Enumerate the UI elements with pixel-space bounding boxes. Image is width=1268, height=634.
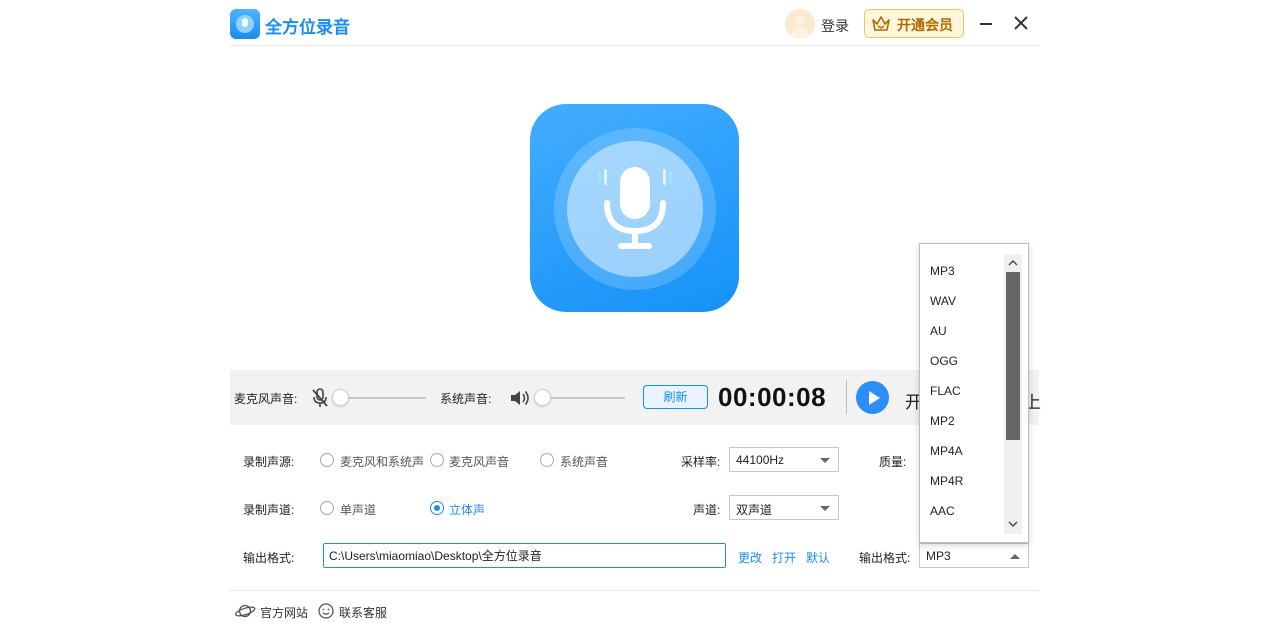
control-bar: 麦克风声音: 系统声音: 刷新 00:00:08 开 上: [230, 370, 1041, 425]
format-option[interactable]: OGG: [930, 354, 958, 368]
radio-source-mic-system[interactable]: [320, 453, 334, 467]
format-dropdown-list[interactable]: MP3 WAV AU OGG FLAC MP2 MP4A MP4R AAC: [919, 243, 1029, 543]
app-window: 全方位录音 登录 开通会员 麦克风声音: 系统声音: 刷新 00:00:08 开…: [230, 0, 1041, 634]
output-path-input[interactable]: [323, 543, 726, 568]
track-select[interactable]: 双声道: [729, 495, 839, 520]
vip-button-label: 开通会员: [897, 17, 953, 33]
source-option-mic[interactable]: 麦克风声音: [449, 453, 509, 470]
radio-source-mic[interactable]: [430, 453, 444, 467]
track-value: 双声道: [736, 503, 773, 517]
radio-channel-stereo[interactable]: [430, 501, 444, 515]
mic-volume-slider[interactable]: [338, 397, 426, 399]
chevron-up-icon: [1010, 554, 1020, 559]
quality-label: 质量:: [879, 455, 907, 469]
official-website-link[interactable]: 官方网站: [260, 604, 308, 621]
radio-channel-mono[interactable]: [320, 501, 334, 515]
vip-button[interactable]: 开通会员: [864, 9, 964, 38]
format-option[interactable]: AAC: [930, 504, 955, 518]
samplerate-select[interactable]: 44100Hz: [729, 447, 839, 472]
channel-option-stereo[interactable]: 立体声: [449, 501, 485, 518]
track-label: 声道:: [693, 503, 721, 517]
minimize-icon[interactable]: [978, 14, 994, 32]
system-volume-handle[interactable]: [534, 389, 551, 406]
source-option-mic-system[interactable]: 麦克风和系统声: [340, 453, 424, 470]
scroll-up-icon[interactable]: [1006, 256, 1020, 270]
title-bar: 全方位录音 登录 开通会员: [230, 0, 1039, 46]
planet-icon: [234, 604, 256, 618]
chevron-down-icon: [820, 458, 830, 463]
source-option-system[interactable]: 系统声音: [560, 453, 608, 470]
samplerate-value: 44100Hz: [736, 453, 785, 467]
output-label: 输出格式:: [243, 551, 295, 565]
channel-label: 录制声道:: [243, 503, 295, 517]
scroll-down-icon[interactable]: [1006, 517, 1020, 531]
mic-volume-label: 麦克风声音:: [234, 392, 298, 406]
format-value: MP3: [926, 549, 951, 563]
radio-source-system[interactable]: [540, 453, 554, 467]
smile-icon: [318, 603, 334, 619]
chevron-down-icon: [820, 506, 830, 511]
login-link[interactable]: 登录: [821, 16, 849, 36]
format-option[interactable]: WAV: [930, 294, 956, 308]
mic-volume-handle[interactable]: [332, 389, 349, 406]
user-avatar[interactable]: [785, 9, 815, 39]
channel-option-mono[interactable]: 单声道: [340, 501, 376, 518]
format-option[interactable]: MP2: [930, 414, 955, 428]
divider: [846, 380, 847, 414]
recording-timer: 00:00:08: [718, 382, 827, 412]
format-option[interactable]: FLAC: [930, 384, 961, 398]
mic-muted-icon[interactable]: [310, 387, 330, 409]
contact-support-link[interactable]: 联系客服: [339, 604, 387, 621]
format-option[interactable]: MP4R: [930, 474, 963, 488]
open-folder-link[interactable]: 打开: [772, 549, 796, 566]
change-path-link[interactable]: 更改: [738, 549, 762, 566]
refresh-button[interactable]: 刷新: [643, 385, 708, 409]
microphone-hero-icon: [530, 104, 739, 312]
source-label: 录制声源:: [243, 455, 295, 469]
dropdown-scrollbar-thumb[interactable]: [1006, 272, 1020, 440]
format-select[interactable]: MP3: [919, 543, 1029, 568]
crown-icon: [872, 16, 890, 31]
system-volume-label: 系统声音:: [440, 392, 492, 406]
close-icon[interactable]: [1012, 14, 1030, 32]
app-title: 全方位录音: [265, 18, 350, 37]
app-logo-icon: [230, 9, 260, 39]
format-option[interactable]: MP4A: [930, 444, 963, 458]
format-label: 输出格式:: [859, 551, 911, 565]
samplerate-label: 采样率:: [681, 455, 721, 469]
format-option[interactable]: MP3: [930, 264, 955, 278]
speaker-icon[interactable]: [509, 388, 531, 408]
default-path-link[interactable]: 默认: [806, 549, 830, 566]
format-option[interactable]: AU: [930, 324, 947, 338]
start-recording-button[interactable]: [856, 381, 889, 414]
footer-divider: [230, 590, 1039, 591]
